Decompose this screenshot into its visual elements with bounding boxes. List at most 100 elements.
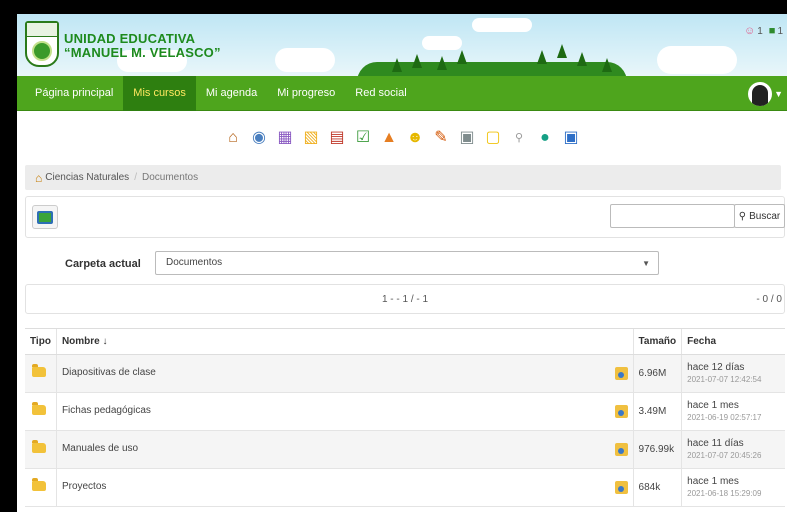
breadcrumb-current: Documentos <box>141 172 199 183</box>
search-button[interactable]: ⚲ Buscar <box>734 204 785 228</box>
books-icon[interactable]: ▤ <box>325 126 349 150</box>
file-date: hace 11 días <box>687 437 744 449</box>
messages-count: 1 <box>777 25 783 37</box>
calculator-icon[interactable]: ▣ <box>455 126 479 150</box>
search-icon: ⚲ <box>738 210 747 222</box>
download-icon[interactable] <box>614 405 628 418</box>
smiley-icon[interactable]: ☻ <box>403 126 427 150</box>
school-name: UNIDAD EDUCATIVA “MANUEL M. VELASCO” <box>64 32 221 60</box>
file-name-link[interactable]: Fichas pedagógicas <box>62 405 151 416</box>
school-logo[interactable] <box>25 21 59 67</box>
chevron-down-icon: ▼ <box>642 259 650 268</box>
table-row: Manuales de uso 976.99k hace 11 días 202… <box>25 430 785 469</box>
home-icon[interactable]: ⌂ <box>221 126 245 150</box>
school-name-line2: “MANUEL M. VELASCO” <box>64 45 221 60</box>
pagination-bar: 1 - - 1 / - 1 - 0 / 0 <box>25 284 785 314</box>
cloud-decoration <box>275 48 335 72</box>
current-folder-select[interactable]: Documentos ▼ <box>155 251 659 275</box>
search-small-icon[interactable]: ⚲ <box>507 126 531 150</box>
file-size: 684k <box>632 468 682 507</box>
tree-decoration <box>392 58 402 72</box>
user-icon: ☺ <box>743 25 756 37</box>
download-icon[interactable] <box>614 367 628 380</box>
file-size: 3.49M <box>632 392 682 431</box>
column-header-date[interactable]: Fecha <box>681 328 785 355</box>
table-row: Diapositivas de clase 6.96M hace 12 días… <box>25 354 785 393</box>
upload-image-icon <box>37 210 53 224</box>
file-date: hace 12 días <box>687 361 745 373</box>
download-icon[interactable] <box>614 481 628 494</box>
chat-bubble-icon[interactable]: ● <box>533 126 557 150</box>
tree-decoration <box>557 44 567 58</box>
nav-item-my-courses[interactable]: Mis cursos <box>123 76 196 111</box>
document-actions-bar: ⚲ Buscar <box>25 196 785 238</box>
breadcrumb-course[interactable]: Ciencias Naturales <box>45 172 129 183</box>
graduation-cap-icon[interactable]: ◉ <box>247 126 271 150</box>
nav-item-agenda[interactable]: Mi agenda <box>196 76 267 111</box>
note-icon[interactable]: ▢ <box>481 126 505 150</box>
avatar <box>748 82 773 106</box>
messages-indicator[interactable]: ■ 1 <box>769 25 783 37</box>
column-header-name[interactable]: Nombre ↓ <box>55 328 634 355</box>
file-name-link[interactable]: Manuales de uso <box>62 443 138 454</box>
pagination-total: - 0 / 0 <box>756 294 782 305</box>
file-date-exact: 2021-07-07 20:45:26 <box>687 450 762 460</box>
download-icon[interactable] <box>614 443 628 456</box>
cloud-decoration <box>472 18 532 32</box>
file-date-exact: 2021-07-07 12:42:54 <box>687 374 762 384</box>
bell-icon[interactable]: ▲ <box>377 126 401 150</box>
upload-button[interactable] <box>32 205 58 229</box>
file-size: 6.96M <box>632 354 682 393</box>
table-header-row: Tipo Nombre ↓ Tamaño Fecha <box>25 328 785 355</box>
site-header: UNIDAD EDUCATIVA “MANUEL M. VELASCO” ☺ 1… <box>17 14 787 76</box>
folder-icon <box>32 364 46 377</box>
file-name-link[interactable]: Proyectos <box>62 481 106 492</box>
nav-item-home[interactable]: Página principal <box>25 76 123 111</box>
column-header-size[interactable]: Tamaño <box>632 328 682 355</box>
table-row: Fichas pedagógicas 3.49M hace 1 mes 2021… <box>25 392 785 431</box>
calendar-icon[interactable]: ▦ <box>273 126 297 150</box>
folder-icon[interactable]: ▧ <box>299 126 323 150</box>
file-date: hace 1 mes <box>687 399 739 411</box>
breadcrumb: ⌂ Ciencias Naturales / Documentos <box>25 165 781 190</box>
tree-decoration <box>537 50 547 64</box>
main-navbar: Página principal Mis cursos Mi agenda Mi… <box>17 76 787 111</box>
checklist-icon[interactable]: ☑ <box>351 126 375 150</box>
users-online-indicator[interactable]: ☺ 1 <box>744 25 763 37</box>
nav-item-progress[interactable]: Mi progreso <box>267 76 345 111</box>
file-name-link[interactable]: Diapositivas de clase <box>62 367 156 378</box>
cloud-decoration <box>422 36 462 50</box>
file-size: 976.99k <box>632 430 682 469</box>
table-row: Proyectos 684k hace 1 mes 2021-06-18 15:… <box>25 468 785 507</box>
school-name-line1: UNIDAD EDUCATIVA <box>64 31 196 46</box>
search-input[interactable] <box>610 204 735 228</box>
current-folder-row: Carpeta actual Documentos ▼ <box>65 251 755 277</box>
chevron-down-icon: ▼ <box>774 89 783 99</box>
users-online-count: 1 <box>757 25 763 37</box>
file-date-exact: 2021-06-18 15:29:09 <box>687 488 762 498</box>
user-menu[interactable]: ▼ <box>748 82 783 106</box>
message-icon: ■ <box>768 25 776 37</box>
breadcrumb-separator: / <box>134 172 137 183</box>
search-button-label: Buscar <box>749 210 781 222</box>
course-home-icon: ⌂ <box>35 170 43 185</box>
column-header-type: Tipo <box>25 328 57 355</box>
folder-icon <box>32 478 46 491</box>
folder-icon <box>32 402 46 415</box>
nav-item-social[interactable]: Red social <box>345 76 416 111</box>
tree-decoration <box>412 54 422 68</box>
pencil-icon[interactable]: ✎ <box>429 126 453 150</box>
edit-icon[interactable]: ▣ <box>559 126 583 150</box>
documents-table: Tipo Nombre ↓ Tamaño Fecha Diapositivas … <box>25 328 785 507</box>
current-folder-label: Carpeta actual <box>65 258 141 270</box>
pagination-range: 1 - - 1 / - 1 <box>381 294 429 305</box>
cloud-decoration <box>657 46 737 74</box>
tree-decoration <box>602 58 612 72</box>
folder-icon <box>32 440 46 453</box>
tree-decoration <box>437 56 447 70</box>
header-notifications: ☺ 1 ■ 1 <box>744 25 783 37</box>
course-tools-bar: ⌂ ◉ ▦ ▧ ▤ ☑ ▲ ☻ ✎ ▣ ▢ ⚲ ● ▣ <box>17 126 787 160</box>
tree-decoration <box>577 52 587 66</box>
current-folder-value: Documentos <box>166 257 223 268</box>
file-date-exact: 2021-06-19 02:57:17 <box>687 412 762 422</box>
